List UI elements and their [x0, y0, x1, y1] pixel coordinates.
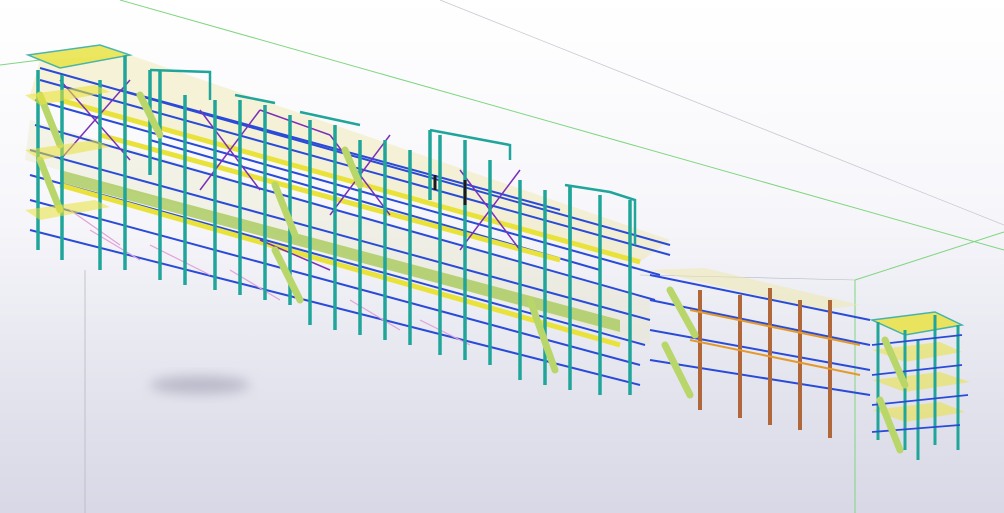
right-tower[interactable] — [869, 311, 970, 460]
right-tower-top — [869, 311, 965, 336]
connector-columns — [698, 288, 832, 438]
connector-structure[interactable] — [649, 268, 871, 438]
structural-model-canvas[interactable] — [0, 0, 1004, 513]
model-viewport[interactable] — [0, 0, 1004, 513]
shadow-blob — [150, 376, 250, 394]
connector-stairs — [661, 286, 699, 399]
right-tower-tier-2 — [872, 372, 970, 392]
main-structure[interactable] — [25, 44, 671, 395]
